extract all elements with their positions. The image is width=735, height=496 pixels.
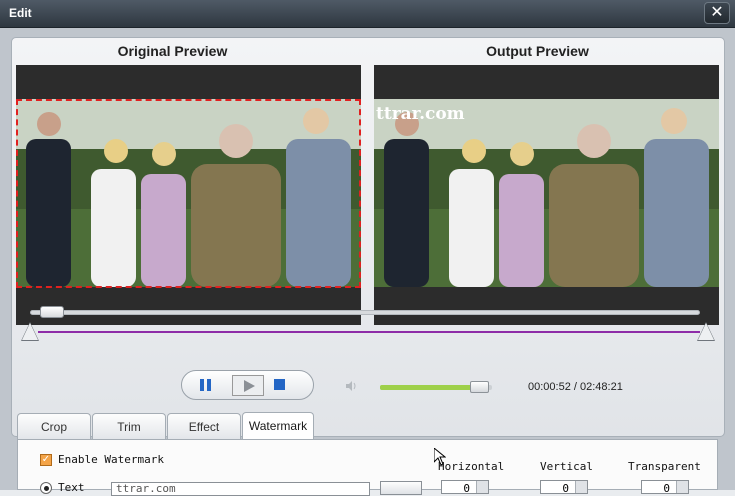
tab-watermark[interactable]: Watermark (242, 412, 314, 440)
tab-crop[interactable]: Crop (17, 413, 91, 439)
horizontal-spinner[interactable]: 0 (441, 480, 489, 495)
playback-controls (181, 370, 314, 400)
vertical-label: Vertical (540, 460, 593, 473)
text-watermark-radio[interactable] (40, 482, 52, 494)
crop-selection-box[interactable] (16, 99, 361, 288)
vertical-spinner[interactable]: 0 (540, 480, 588, 495)
spinner-arrows-icon[interactable] (676, 481, 688, 493)
transparent-spinner[interactable]: 0 (641, 480, 689, 495)
transparent-label: Transparent (628, 460, 701, 473)
watermark-text-input[interactable]: ttrar.com (111, 482, 370, 496)
title-bar: Edit ✕ (0, 0, 735, 28)
output-preview: ttrar.com (374, 65, 719, 325)
vertical-value: 0 (562, 482, 569, 495)
mouse-cursor-icon (434, 448, 446, 466)
pause-icon-bar (207, 379, 211, 391)
text-option-label: Text (58, 481, 85, 494)
pause-icon (200, 379, 204, 391)
play-button[interactable] (232, 375, 264, 396)
enable-watermark-label: Enable Watermark (58, 453, 164, 466)
seek-thumb[interactable] (40, 306, 64, 318)
transparent-value: 0 (663, 482, 670, 495)
original-preview[interactable] (16, 65, 361, 325)
enable-watermark-checkbox[interactable]: ✓ (40, 454, 52, 466)
play-icon (244, 380, 255, 392)
trim-range-line (38, 331, 700, 333)
output-video-frame (374, 99, 719, 287)
time-display: 00:00:52 / 02:48:21 (528, 381, 623, 393)
spinner-arrows-icon[interactable] (476, 481, 488, 493)
tab-trim[interactable]: Trim (92, 413, 166, 439)
text-font-button[interactable] (380, 481, 422, 495)
original-preview-label: Original Preview (117, 43, 228, 59)
horizontal-label: Horizontal (438, 460, 505, 473)
watermark-text-value: ttrar.com (116, 482, 176, 495)
watermark-overlay-text: ttrar.com (376, 104, 465, 124)
horizontal-value: 0 (463, 482, 470, 495)
output-preview-label: Output Preview (486, 43, 589, 59)
volume-thumb[interactable] (470, 381, 489, 393)
range-end-marker[interactable] (698, 323, 714, 340)
tab-effect[interactable]: Effect (167, 413, 241, 439)
close-icon: ✕ (710, 4, 724, 21)
pause-button[interactable] (198, 375, 214, 396)
window-title: Edit (9, 6, 32, 20)
spinner-arrows-icon[interactable] (575, 481, 587, 493)
volume-fill (380, 385, 472, 390)
close-button[interactable]: ✕ (704, 2, 730, 24)
seek-track[interactable] (30, 310, 700, 315)
volume-icon[interactable] (345, 380, 357, 392)
radio-selected-dot (44, 486, 49, 491)
range-start-marker[interactable] (22, 323, 38, 340)
stop-button[interactable] (274, 379, 285, 390)
